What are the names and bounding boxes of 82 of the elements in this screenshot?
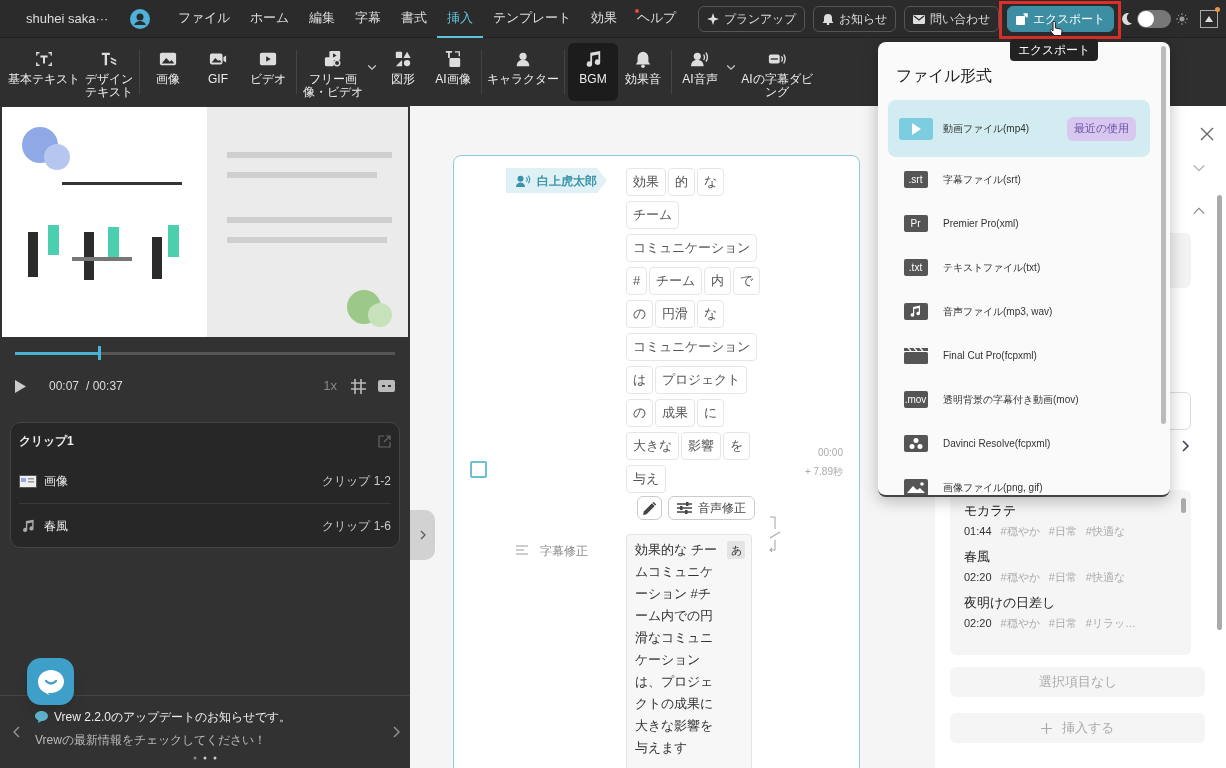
clip-label: 春風 (44, 517, 68, 535)
toolbar-button[interactable]: ビデオ (243, 43, 293, 101)
menu-tab[interactable]: 書式 (391, 0, 437, 38)
toolbar-button[interactable]: BGM (568, 43, 618, 101)
word-chip[interactable]: チーム (649, 267, 703, 295)
word-chip[interactable]: コミュニケーション (626, 333, 757, 361)
header-button[interactable]: 問い合わせ (904, 5, 999, 32)
clip-title: クリップ1 (19, 433, 74, 450)
word-chip[interactable]: 内 (704, 267, 732, 295)
export-option[interactable]: 画像ファイル(png, gif) (888, 465, 1150, 495)
toolbar-button[interactable]: GIF (193, 43, 243, 101)
word-chip[interactable]: に (697, 399, 724, 427)
user-name[interactable]: shuhei saka··· (26, 8, 122, 29)
export-option[interactable]: 動画ファイル(mp4) 最近の使用 (888, 100, 1150, 157)
clip-row[interactable]: 画像 クリップ 1-2 (19, 459, 391, 503)
toolbar-button[interactable]: AIの字幕ダビング (737, 43, 817, 101)
menu-tab[interactable]: 効果 (581, 0, 627, 38)
word-chip[interactable]: チーム (626, 201, 679, 229)
toolbar-button[interactable]: AI音声 (675, 43, 725, 101)
header-button[interactable]: お知らせ (813, 5, 896, 32)
toolbar-button[interactable]: 図形 (378, 43, 428, 101)
export-option[interactable]: .txt テキストファイル(txt) (888, 245, 1150, 289)
menu-tab[interactable]: 編集 (299, 0, 345, 38)
menu-title: ファイル形式 (896, 67, 992, 84)
voice-edit-button[interactable]: 音声修正 (668, 496, 755, 520)
clip-reference: クリップ 1-6 (322, 517, 391, 535)
clip-reference: クリップ 1-2 (322, 473, 391, 490)
export-option[interactable]: Pr Premier Pro(xml) (888, 201, 1150, 245)
word-chip[interactable]: は (626, 366, 653, 394)
toolbar-button[interactable]: フリー画像・ビデオ (300, 43, 366, 101)
word-chip[interactable]: な (697, 168, 724, 196)
file-type-badge: .srt (903, 170, 928, 188)
word-chip[interactable]: 与え (626, 465, 666, 493)
word-chip[interactable]: を (723, 432, 750, 460)
language-badge[interactable]: あ (727, 541, 745, 559)
toolbar-button[interactable]: デザインテキスト (82, 43, 136, 101)
start-time: 00:00 (817, 446, 843, 460)
word-chip[interactable]: な (697, 300, 724, 328)
menu-tab[interactable]: 字幕 (345, 0, 391, 38)
word-chip[interactable]: 大きな (626, 432, 679, 460)
recent-badge: 最近の使用 (1067, 116, 1136, 141)
word-chip[interactable]: 効果 (626, 168, 666, 196)
word-chip[interactable]: 成果 (655, 399, 695, 427)
toolbar-button[interactable]: キャラクター (485, 43, 561, 101)
word-chip[interactable]: 円滑 (655, 300, 695, 328)
export-option[interactable]: .srt 字幕ファイル(srt) (888, 157, 1150, 201)
duration: + 7.89秒 (804, 465, 843, 479)
word-chip[interactable]: 的 (668, 168, 695, 196)
export-option[interactable]: 音声ファイル(mp3, wav) (888, 289, 1150, 333)
file-type-badge: .mov (903, 390, 928, 408)
word-chip[interactable]: コミュニケーション (626, 234, 757, 262)
news-title: Vrew 2.2.0のアップデートのお知らせです。 (54, 709, 291, 726)
toolbar-button[interactable]: AI画像 (428, 43, 478, 101)
toolbar-button[interactable]: 画像 (143, 43, 193, 101)
header-button[interactable]: プランアップ (698, 5, 805, 32)
speed-button[interactable]: 1x (323, 376, 337, 396)
menu-tab[interactable]: ホーム (240, 0, 299, 38)
export-option[interactable]: Davinci Resolve(fcpxml) (888, 421, 1150, 465)
menu-tab[interactable]: ヘルプ (627, 0, 686, 38)
toolbar-button[interactable]: 効果音 (618, 43, 668, 101)
subtitle-box[interactable]: 効果的な チームコミュニケーション #チーム内での円滑なコミュニケーションは、プロジェクトの成果に大きな影響を与えます あ (626, 534, 752, 768)
word-chip[interactable]: プロジェクト (655, 366, 747, 394)
word-chip[interactable]: # (626, 267, 648, 295)
export-button[interactable]: エクスポート (1007, 5, 1114, 32)
word-chip[interactable]: の (626, 300, 653, 328)
clip-row[interactable]: 春風 クリップ 1-6 (19, 503, 391, 547)
tooltip: エクスポート (1010, 39, 1098, 61)
export-option[interactable]: Final Cut Pro(fcpxml) (888, 333, 1150, 377)
word-chip[interactable]: で (733, 267, 761, 295)
toolbar-button[interactable]: 基本テキスト (6, 43, 82, 101)
file-type-badge: .txt (903, 258, 928, 276)
total-time: / 00:37 (86, 378, 123, 395)
menu-tab[interactable]: ファイル (168, 0, 240, 38)
subtitle-label: 字幕修正 (540, 543, 588, 560)
word-chip[interactable]: 影響 (681, 432, 721, 460)
file-type-badge: Pr (903, 214, 928, 232)
word-chip[interactable]: の (626, 399, 653, 427)
export-option[interactable]: .mov 透明背景の字幕付き動画(mov) (888, 377, 1150, 421)
news-body: Vrewの最新情報をチェックしてください！ (35, 732, 267, 749)
clip-label: 画像 (44, 473, 68, 490)
current-time: 00:07 (49, 378, 80, 395)
menu-tab[interactable]: テンプレート (483, 0, 581, 38)
